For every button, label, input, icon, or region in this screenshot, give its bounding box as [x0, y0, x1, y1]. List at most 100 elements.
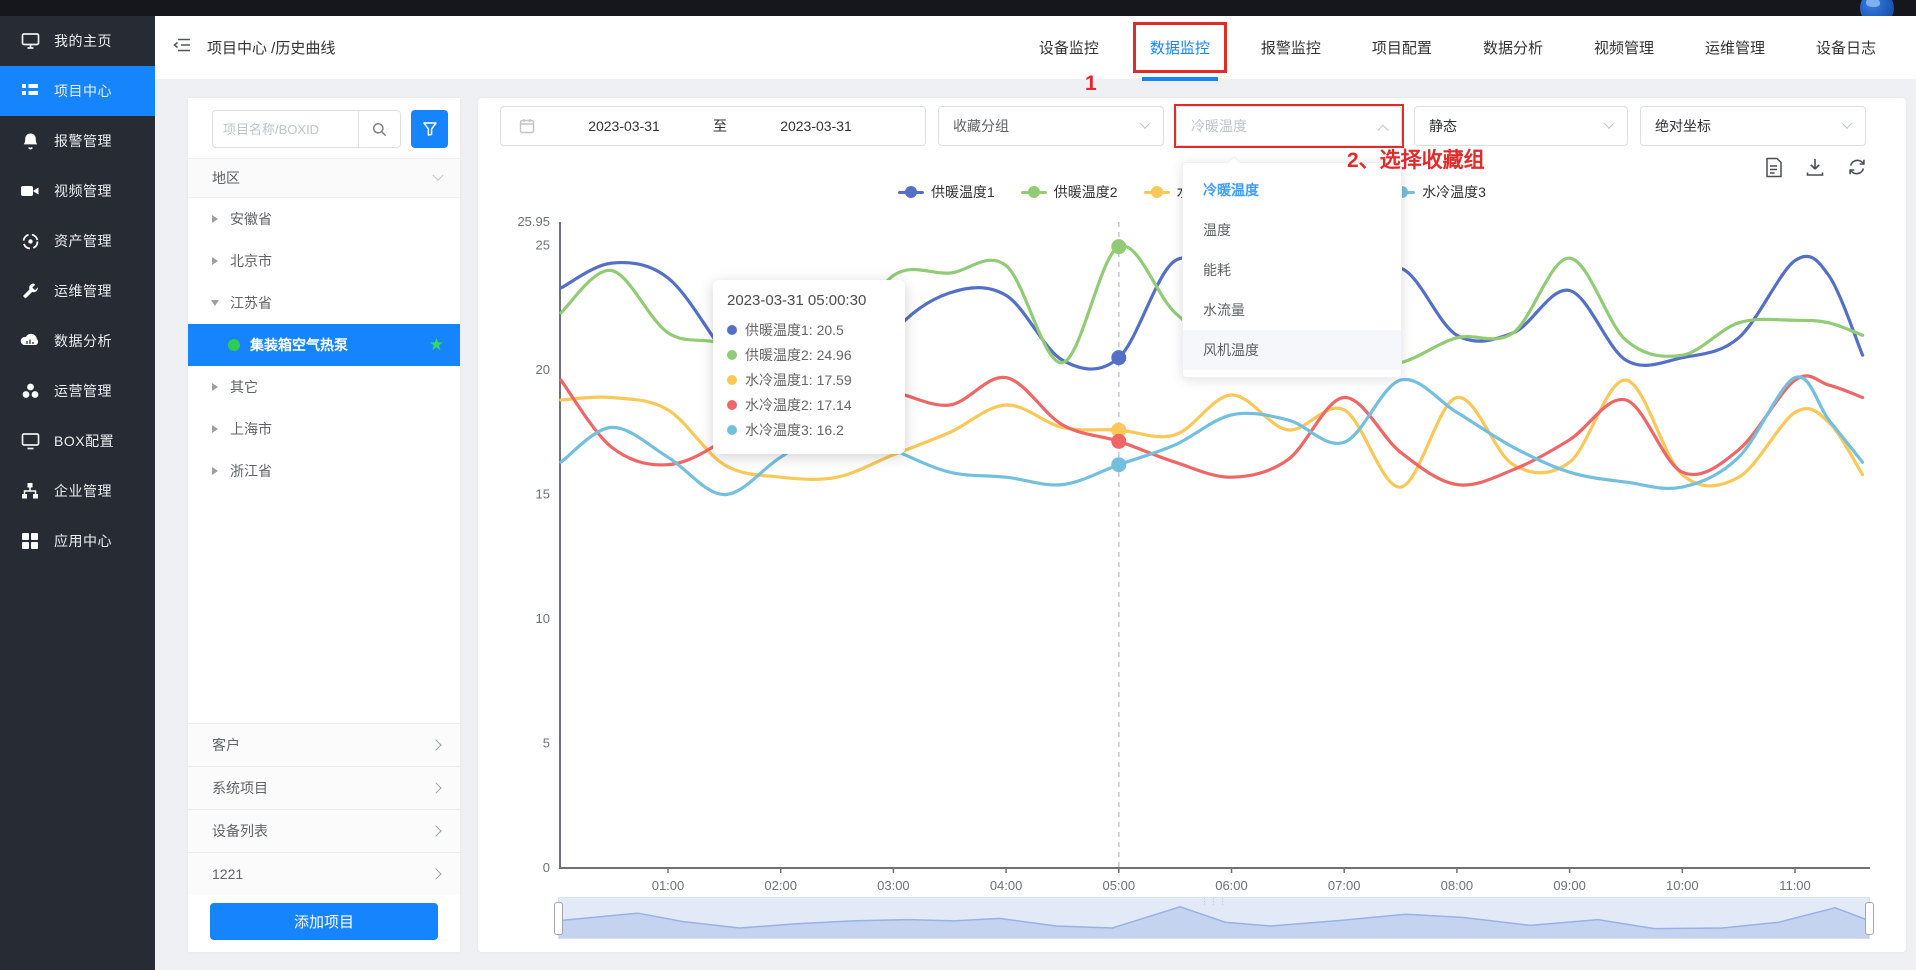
legend-label: 水冷温度3 [1422, 182, 1486, 202]
section-系统项目[interactable]: 系统项目 [188, 766, 460, 809]
dropdown-option-水流量[interactable]: 水流量 [1183, 290, 1401, 330]
tree-node-其它[interactable]: 其它 [188, 366, 460, 408]
svg-text:04:00: 04:00 [990, 878, 1023, 893]
tree-node-浙江省[interactable]: 浙江省 [188, 450, 460, 492]
annotation-step2: 2、选择收藏组 [1347, 144, 1485, 174]
panel-sections: 客户 系统项目 设备列表 1221 [188, 723, 460, 895]
tab-视频管理[interactable]: 视频管理 [1592, 31, 1656, 64]
dropdown-option-温度[interactable]: 温度 [1183, 210, 1401, 250]
tooltip-row-水冷温度3: 水冷温度3: 16.2 [727, 417, 891, 442]
sidebar-item-运营管理[interactable]: 运营管理 [0, 366, 155, 416]
datazoom-left-handle[interactable] [554, 902, 563, 935]
sidebar-item-label: 报警管理 [54, 131, 112, 151]
datazoom-grip-icon[interactable]: ⋮⋮⋮ [1201, 899, 1228, 905]
sidebar-item-资产管理[interactable]: 资产管理 [0, 216, 155, 266]
tree-node-上海市[interactable]: 上海市 [188, 408, 460, 450]
tree-node-安徽省[interactable]: 安徽省 [188, 198, 460, 240]
tree-caret-icon[interactable] [211, 300, 219, 306]
tree-node-label: 集装箱空气热泵 [250, 335, 348, 355]
sidebar-item-label: 企业管理 [54, 481, 112, 501]
legend-item-水冷温度3[interactable]: 水冷温度3 [1389, 182, 1486, 202]
legend-label: 供暖温度2 [1054, 182, 1118, 202]
sidebar-nav: 我的主页 项目中心 报警管理 视频管理 资产管理 运维管理 数据分析 运营管理 … [0, 16, 155, 970]
svg-text:20: 20 [536, 362, 550, 377]
active-tab-indicator [1142, 77, 1218, 81]
tab-数据监控[interactable]: 数据监控 [1148, 31, 1212, 64]
tab-项目配置[interactable]: 项目配置 [1370, 31, 1434, 64]
tab-数据分析[interactable]: 数据分析 [1481, 31, 1545, 64]
top-tabs: 设备监控 数据监控 报警监控 项目配置 数据分析 视频管理 运维管理 设备日志 [1037, 16, 1878, 79]
sidebar-item-我的主页[interactable]: 我的主页 [0, 16, 155, 66]
download-icon[interactable] [1804, 156, 1826, 178]
datazoom-slider[interactable]: ⋮⋮⋮ [558, 897, 1870, 939]
tree-caret-icon[interactable] [212, 383, 218, 391]
tree-node-北京市[interactable]: 北京市 [188, 240, 460, 282]
annotation-step1: 1 [1085, 72, 1097, 96]
list-icon [20, 81, 40, 101]
sidebar-item-企业管理[interactable]: 企业管理 [0, 466, 155, 516]
sidebar-item-报警管理[interactable]: 报警管理 [0, 116, 155, 166]
chart-tooltip: 2023-03-31 05:00:30 供暖温度1: 20.5 供暖温度2: 2… [713, 280, 905, 454]
sidebar-item-label: 运维管理 [54, 281, 112, 301]
svg-text:05:00: 05:00 [1103, 878, 1136, 893]
tree-node-集装箱空气热泵[interactable]: 集装箱空气热泵 ★ [188, 324, 460, 366]
legend-marker [898, 187, 924, 197]
tree-node-江苏省[interactable]: 江苏省 [188, 282, 460, 324]
chevron-down-icon [432, 170, 443, 181]
section-客户[interactable]: 客户 [188, 723, 460, 766]
chart-card: 2023-03-31 至 2023-03-31 收藏分组 冷暖温度 静态 绝对坐… [478, 98, 1906, 952]
svg-text:10:00: 10:00 [1666, 878, 1699, 893]
collapse-menu-icon[interactable] [173, 37, 191, 58]
bell-icon [20, 131, 40, 151]
series-color-dot [727, 400, 737, 410]
tree-caret-icon[interactable] [212, 215, 218, 223]
dropdown-option-冷暖温度[interactable]: 冷暖温度 [1183, 170, 1401, 210]
svg-text:25.95: 25.95 [517, 214, 550, 229]
chevron-right-icon [430, 825, 441, 836]
favorite-star-icon[interactable]: ★ [429, 335, 444, 355]
series-color-dot [727, 375, 737, 385]
sidebar-item-BOX配置[interactable]: BOX配置 [0, 416, 155, 466]
chart-toolbar [1762, 156, 1868, 178]
legend-item-供暖温度1[interactable]: 供暖温度1 [898, 182, 995, 202]
wrench-icon [20, 281, 40, 301]
top-status-bar [0, 0, 1916, 16]
sidebar-item-数据分析[interactable]: 数据分析 [0, 316, 155, 366]
sidebar-item-label: 数据分析 [54, 331, 112, 351]
tab-设备日志[interactable]: 设备日志 [1814, 31, 1878, 64]
filter-button[interactable] [411, 110, 448, 148]
sidebar-item-运维管理[interactable]: 运维管理 [0, 266, 155, 316]
datazoom-right-handle[interactable] [1865, 902, 1874, 935]
add-project-button[interactable]: 添加项目 [210, 903, 438, 940]
sidebar-item-项目中心[interactable]: 项目中心 [0, 66, 155, 116]
tab-运维管理[interactable]: 运维管理 [1703, 31, 1767, 64]
user-avatar[interactable] [1860, 0, 1894, 16]
sidebar-item-label: 项目中心 [54, 81, 112, 101]
sidebar-item-视频管理[interactable]: 视频管理 [0, 166, 155, 216]
svg-text:09:00: 09:00 [1553, 878, 1586, 893]
org-icon [20, 481, 40, 501]
refresh-icon[interactable] [1846, 156, 1868, 178]
legend-item-供暖温度2[interactable]: 供暖温度2 [1021, 182, 1118, 202]
section-1221[interactable]: 1221 [188, 852, 460, 895]
svg-text:15: 15 [536, 487, 550, 502]
tree-node-label: 北京市 [230, 251, 272, 271]
svg-text:5: 5 [543, 736, 550, 751]
sidebar-item-应用中心[interactable]: 应用中心 [0, 516, 155, 566]
chevron-right-icon [430, 868, 441, 879]
data-view-icon[interactable] [1762, 156, 1784, 178]
tree-caret-icon[interactable] [212, 467, 218, 475]
tab-设备监控[interactable]: 设备监控 [1037, 31, 1101, 64]
dropdown-option-能耗[interactable]: 能耗 [1183, 250, 1401, 290]
dropdown-option-风机温度[interactable]: 风机温度 [1183, 330, 1401, 370]
tree-caret-icon[interactable] [212, 257, 218, 265]
tree-caret-icon[interactable] [212, 425, 218, 433]
sidebar-item-label: 我的主页 [54, 31, 112, 51]
tab-报警监控[interactable]: 报警监控 [1259, 31, 1323, 64]
tree-header-region[interactable]: 地区 [188, 158, 460, 198]
search-button[interactable] [358, 111, 400, 147]
tab-label: 数据监控 [1150, 40, 1210, 57]
tooltip-row-供暖温度1: 供暖温度1: 20.5 [727, 317, 891, 342]
search-input[interactable] [213, 111, 358, 147]
section-设备列表[interactable]: 设备列表 [188, 809, 460, 852]
